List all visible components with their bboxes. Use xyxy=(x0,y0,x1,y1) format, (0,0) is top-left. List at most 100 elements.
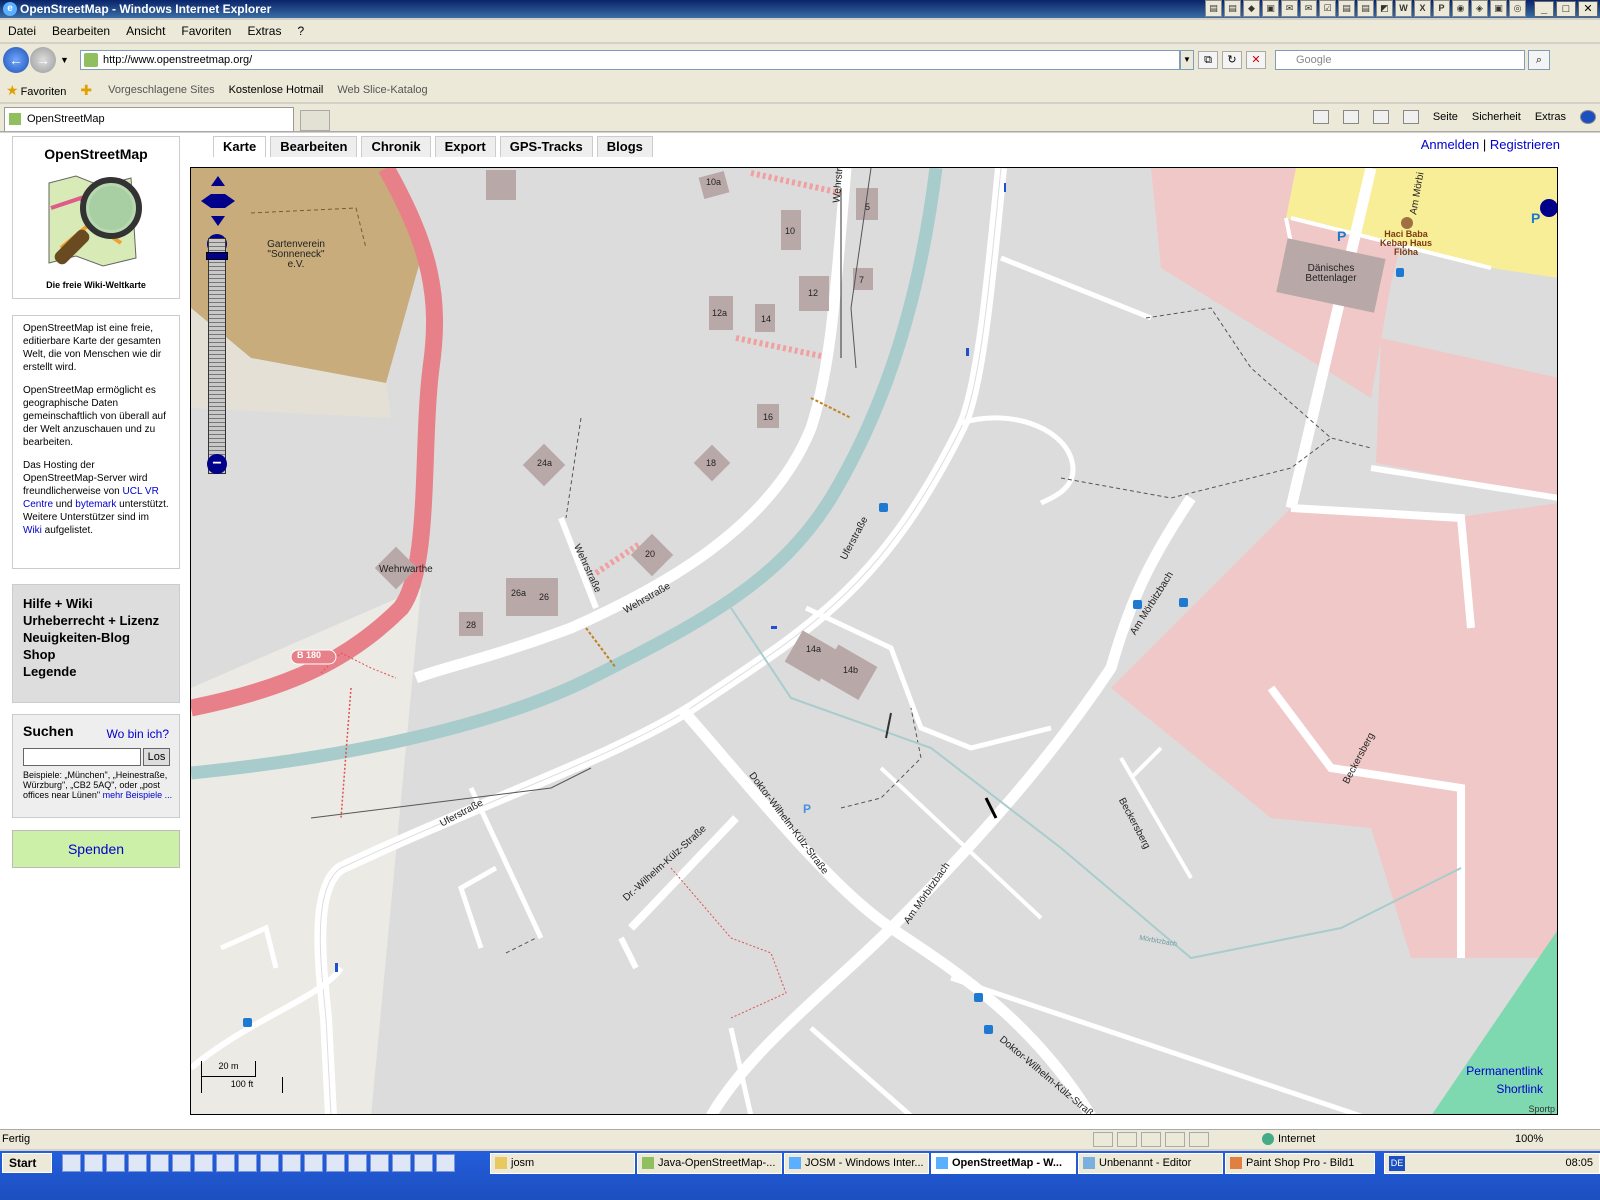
tab-export[interactable]: Export xyxy=(434,136,496,157)
osm-logo-icon[interactable] xyxy=(41,168,151,278)
app-icon[interactable]: ◆ xyxy=(1243,0,1260,17)
menu-item-ansicht[interactable]: Ansicht xyxy=(118,24,173,38)
fav-item-hotmail[interactable]: Kostenlose Hotmail xyxy=(229,84,324,96)
quicklaunch-icon[interactable] xyxy=(216,1154,235,1172)
bytemark-link[interactable]: bytemark xyxy=(75,499,116,510)
page-menu[interactable]: Seite xyxy=(1433,111,1458,123)
close-button[interactable]: ✕ xyxy=(1578,1,1598,17)
where-am-i-link[interactable]: Wo bin ich? xyxy=(107,727,169,741)
legend-link[interactable]: Legende xyxy=(23,663,169,680)
menu-item-help[interactable]: ? xyxy=(289,24,312,38)
taskbar-button-josm-folder[interactable]: josm xyxy=(490,1153,635,1174)
menu-item-datei[interactable]: Datei xyxy=(0,24,44,38)
new-tab-button[interactable] xyxy=(300,110,330,131)
help-wiki-link[interactable]: Hilfe + Wiki xyxy=(23,595,169,612)
zoom-out-button[interactable]: − xyxy=(207,454,227,474)
more-examples-link[interactable]: mehr Beispiele ... xyxy=(103,790,173,800)
copyright-license-link[interactable]: Urheberrecht + Lizenz xyxy=(23,612,169,629)
shop-link[interactable]: Shop xyxy=(23,646,169,663)
security-menu[interactable]: Sicherheit xyxy=(1472,111,1521,123)
stop-icon[interactable]: ✕ xyxy=(1246,51,1266,69)
quicklaunch-icon[interactable] xyxy=(106,1154,125,1172)
map-view[interactable]: P P P Gartenverein "Sonneneck" e.V. Wehr… xyxy=(190,167,1558,1115)
quicklaunch-icon[interactable] xyxy=(326,1154,345,1172)
quicklaunch-icon[interactable] xyxy=(304,1154,323,1172)
zoom-slider-handle[interactable] xyxy=(206,252,228,260)
url-input[interactable]: http://www.openstreetmap.org/ xyxy=(80,50,1180,70)
app-icon[interactable]: ▤ xyxy=(1205,0,1222,17)
browser-tab-openstreetmap[interactable]: OpenStreetMap xyxy=(4,107,294,131)
tab-karte[interactable]: Karte xyxy=(213,136,267,157)
app-icon[interactable]: ▤ xyxy=(1357,0,1374,17)
quicklaunch-icon[interactable] xyxy=(194,1154,213,1172)
quicklaunch-icon[interactable] xyxy=(392,1154,411,1172)
taskbar-button-paint-shop-pro[interactable]: Paint Shop Pro - Bild1 xyxy=(1225,1153,1375,1174)
login-link[interactable]: Anmelden xyxy=(1421,137,1480,152)
app-icon[interactable]: ◈ xyxy=(1471,0,1488,17)
quicklaunch-icon[interactable] xyxy=(282,1154,301,1172)
minimize-button[interactable]: _ xyxy=(1534,1,1554,17)
fav-item-suggested-sites[interactable]: Vorgeschlagene Sites xyxy=(108,84,214,96)
map-search-input[interactable] xyxy=(23,748,141,766)
tools-menu[interactable]: Extras xyxy=(1535,111,1566,123)
menu-item-bearbeiten[interactable]: Bearbeiten xyxy=(44,24,118,38)
app-icon[interactable]: ◉ xyxy=(1452,0,1469,17)
feeds-icon[interactable] xyxy=(1342,110,1359,124)
quicklaunch-icon[interactable] xyxy=(260,1154,279,1172)
app-icon[interactable]: ◩ xyxy=(1376,0,1393,17)
permalink-link[interactable]: Permanentlink xyxy=(1466,1062,1543,1080)
refresh-icon[interactable]: ↻ xyxy=(1222,51,1242,69)
app-icon[interactable]: ☑ xyxy=(1319,0,1336,17)
history-dropdown-icon[interactable]: ▼ xyxy=(60,55,69,65)
taskbar-button-openstreetmap[interactable]: OpenStreetMap - W... xyxy=(931,1153,1076,1174)
excel-icon[interactable]: X xyxy=(1414,0,1431,17)
mail-icon[interactable]: ✉ xyxy=(1281,0,1298,17)
mail-icon[interactable]: ✉ xyxy=(1300,0,1317,17)
favorites-button[interactable]: ★ Favoriten xyxy=(6,82,66,99)
shortlink-link[interactable]: Shortlink xyxy=(1466,1080,1543,1098)
add-favorite-icon[interactable]: ✚ xyxy=(80,82,92,99)
home-icon[interactable] xyxy=(1312,110,1329,124)
donate-button[interactable]: Spenden xyxy=(12,830,180,868)
print-icon[interactable] xyxy=(1402,110,1419,124)
zoom-slider[interactable] xyxy=(208,238,226,474)
search-icon[interactable]: ⌕ xyxy=(1528,50,1550,70)
help-icon[interactable] xyxy=(1580,110,1596,124)
fav-item-web-slice[interactable]: Web Slice-Katalog xyxy=(337,84,427,96)
quicklaunch-icon[interactable] xyxy=(436,1154,455,1172)
tab-blogs[interactable]: Blogs xyxy=(596,136,653,157)
taskbar-button-editor[interactable]: Unbenannt - Editor xyxy=(1078,1153,1223,1174)
pan-control[interactable] xyxy=(201,176,235,226)
news-blog-link[interactable]: Neuigkeiten-Blog xyxy=(23,629,169,646)
quicklaunch-icon[interactable] xyxy=(370,1154,389,1172)
menu-item-favoriten[interactable]: Favoriten xyxy=(173,24,239,38)
clock[interactable]: 08:05 xyxy=(1565,1154,1593,1173)
app-icon[interactable]: ▤ xyxy=(1224,0,1241,17)
quicklaunch-icon[interactable] xyxy=(150,1154,169,1172)
tab-bearbeiten[interactable]: Bearbeiten xyxy=(270,136,358,157)
security-zone[interactable]: Internet xyxy=(1262,1130,1315,1148)
url-dropdown-icon[interactable]: ▼ xyxy=(1180,50,1194,70)
search-input[interactable]: Google xyxy=(1275,50,1525,70)
search-go-button[interactable]: Los xyxy=(143,748,170,766)
quicklaunch-icon[interactable] xyxy=(172,1154,191,1172)
zoom-level-control[interactable]: 100% xyxy=(1515,1130,1543,1148)
read-mail-icon[interactable] xyxy=(1372,110,1389,124)
app-icon[interactable]: ▤ xyxy=(1338,0,1355,17)
menu-item-extras[interactable]: Extras xyxy=(239,24,289,38)
quicklaunch-icon[interactable] xyxy=(348,1154,367,1172)
wiki-link[interactable]: Wiki xyxy=(23,525,42,536)
tab-chronik[interactable]: Chronik xyxy=(361,136,431,157)
quicklaunch-icon[interactable] xyxy=(84,1154,103,1172)
app-icon[interactable]: ▣ xyxy=(1490,0,1507,17)
start-button[interactable]: Start xyxy=(2,1153,52,1173)
app-icon[interactable]: P xyxy=(1433,0,1450,17)
taskbar-button-java-osm[interactable]: Java-OpenStreetMap-... xyxy=(637,1153,782,1174)
quicklaunch-icon[interactable] xyxy=(414,1154,433,1172)
app-icon[interactable]: ◎ xyxy=(1509,0,1526,17)
register-link[interactable]: Registrieren xyxy=(1490,137,1560,152)
map-canvas[interactable]: P P P xyxy=(191,168,1558,1115)
maximize-button[interactable]: □ xyxy=(1556,1,1576,17)
language-indicator[interactable]: DE xyxy=(1389,1156,1405,1171)
back-button[interactable]: ← xyxy=(3,47,29,73)
